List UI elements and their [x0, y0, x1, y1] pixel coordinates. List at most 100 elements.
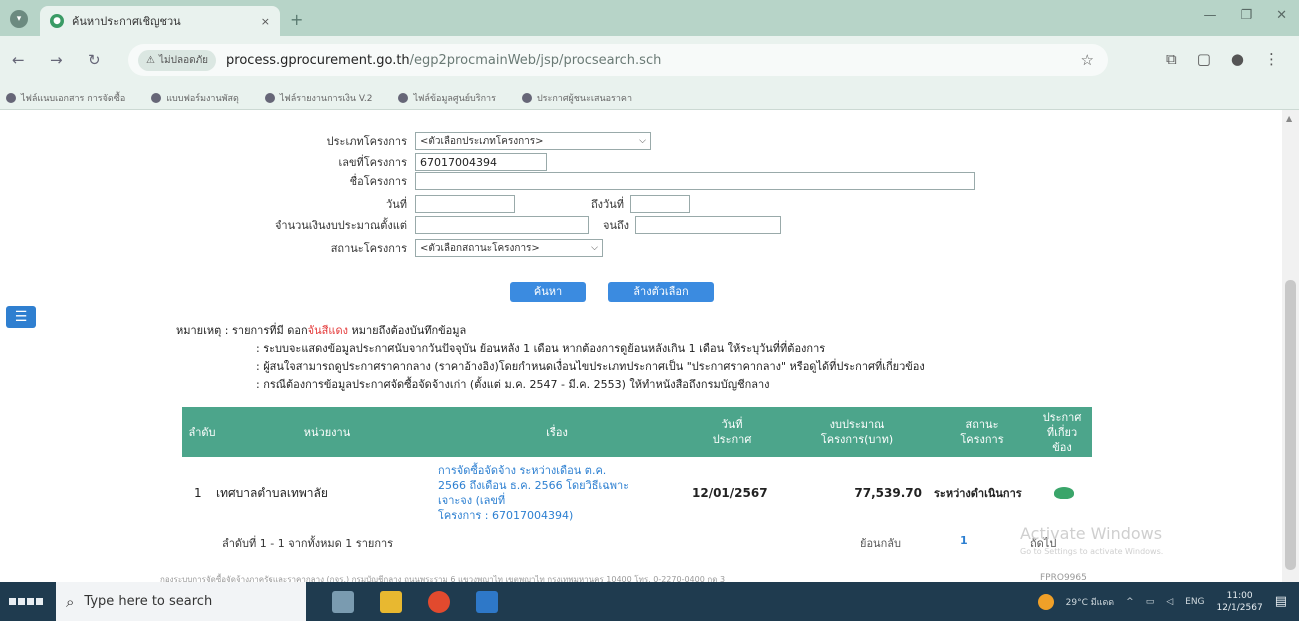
col-budget: งบประมาณ โครงการ(บาท)	[820, 418, 894, 446]
clear-button[interactable]: ล้างตัวเลือก	[608, 282, 714, 302]
tab-close-icon[interactable]: ×	[261, 15, 270, 28]
search-placeholder: Type here to search	[84, 594, 213, 609]
chrome-icon[interactable]	[428, 590, 450, 613]
browser-tab[interactable]: ● ค้นหาประกาศเชิญชวน ×	[40, 6, 280, 36]
date-to-input[interactable]	[630, 195, 690, 213]
row-status: ระหว่างดำเนินการ	[934, 487, 1022, 500]
related-announcement-button[interactable]	[1054, 458, 1084, 528]
status-select[interactable]: <ตัวเลือกสถานะโครงการ> ⌵	[415, 239, 603, 257]
task-view-icon[interactable]	[332, 590, 354, 613]
col-status: สถานะ โครงการ	[960, 418, 1004, 446]
activate-windows-watermark: Activate Windows Go to Settings to activ…	[1020, 524, 1164, 556]
back-icon[interactable]: ←	[12, 51, 25, 69]
bookmark-item[interactable]: ไฟล์ข้อมูลศูนย์บริการ	[398, 91, 496, 105]
page-number[interactable]: 1	[960, 534, 968, 547]
browser-tabbar: ▾ ● ค้นหาประกาศเชิญชวน × + — ❐ ✕	[0, 0, 1299, 36]
date-to-label: ถึงวันที่	[591, 198, 624, 211]
file-explorer-icon[interactable]	[380, 590, 402, 613]
bookmark-item[interactable]: แบบฟอร์มงานพัสดุ	[151, 91, 239, 105]
col-subject: เรื่อง	[546, 425, 568, 439]
tray-chevron-icon[interactable]: ^	[1126, 597, 1134, 607]
page-scrollbar[interactable]: ▲	[1282, 110, 1299, 582]
project-type-label: ประเภทโครงการ	[326, 135, 407, 148]
project-no-row: เลขที่โครงการ	[0, 153, 547, 171]
language-indicator[interactable]: ENG	[1185, 597, 1204, 607]
project-name-row: ชื่อโครงการ	[0, 172, 975, 190]
bookmark-icon	[264, 92, 275, 103]
taskbar-clock[interactable]: 11:00 12/1/2567	[1217, 590, 1263, 614]
note-line: : กรณีต้องการข้อมูลประกาศจัดซื้อจัดจ้างเ…	[256, 378, 770, 391]
browser-toolbar: ← → ↻ ⚠ ไม่ปลอดภัย process.gprocurement.…	[0, 36, 1299, 86]
maximize-icon[interactable]: ❐	[1240, 8, 1252, 23]
row-subject-link[interactable]: การจัดซื้อจัดจ้าง ระหว่างเดือน ต.ค. 2566…	[438, 458, 688, 528]
volume-icon[interactable]: ◁	[1166, 597, 1173, 607]
record-count: ลำดับที่ 1 - 1 จากทั้งหมด 1 รายการ	[222, 537, 394, 550]
page-footer: กองระบบการจัดซื้อจัดจ้างภาครัฐและราคากลา…	[160, 575, 726, 582]
url-host: process.gprocurement.go.th	[226, 52, 410, 68]
warning-icon: ⚠	[146, 54, 155, 66]
new-tab-button[interactable]: +	[290, 10, 303, 29]
bookmark-item[interactable]: ไฟล์แนบเอกสาร การจัดซื้อ	[6, 91, 125, 105]
search-button[interactable]: ค้นหา	[510, 282, 586, 302]
bookmark-item[interactable]: ประกาศผู้ชนะเสนอราคา	[521, 91, 632, 105]
sidepanel-icon[interactable]: ▢	[1197, 50, 1211, 68]
scroll-up-icon[interactable]: ▲	[1286, 114, 1292, 123]
page-content: ☰ ประเภทโครงการ <ตัวเลือกประเภทโครงการ> ⌵…	[0, 110, 1282, 582]
network-icon[interactable]: ▭	[1146, 597, 1155, 607]
scroll-thumb[interactable]	[1285, 280, 1296, 570]
col-no: ลำดับ	[188, 425, 216, 439]
prev-page-link[interactable]: ย้อนกลับ	[860, 534, 901, 552]
reload-icon[interactable]: ↻	[88, 51, 101, 69]
taskbar-search-box[interactable]: ⌕ Type here to search	[56, 582, 306, 621]
project-no-input[interactable]	[415, 153, 547, 171]
hamburger-menu-icon[interactable]: ☰	[6, 306, 36, 328]
budget-to-input[interactable]	[635, 216, 781, 234]
mail-icon[interactable]	[476, 590, 498, 613]
page-code: FPRO9965	[1040, 573, 1087, 582]
status-row: สถานะโครงการ <ตัวเลือกสถานะโครงการ> ⌵	[0, 239, 603, 257]
menu-kebab-icon[interactable]: ⋮	[1264, 50, 1279, 68]
security-label: ไม่ปลอดภัย	[158, 54, 209, 66]
col-related: ประกาศ ที่เกี่ยว ข้อง	[1042, 410, 1082, 454]
notes-section: หมายเหตุ : รายการที่มี ดอกจันสีแดง หมายถ…	[176, 322, 925, 394]
results-table-header: ลำดับ หน่วยงาน เรื่อง วันที่ ประกาศ งบประ…	[182, 407, 1092, 457]
windows-taskbar: ⌕ Type here to search 29°C มีแดด ^ ▭ ◁ E…	[0, 582, 1299, 621]
project-name-input[interactable]	[415, 172, 975, 190]
date-from-input[interactable]	[415, 195, 515, 213]
note-line: หมายเหตุ : รายการที่มี ดอกจันสีแดง หมายถ…	[176, 324, 467, 337]
search-icon: ⌕	[66, 592, 75, 611]
minimize-icon[interactable]: —	[1203, 8, 1216, 23]
project-name-label: ชื่อโครงการ	[349, 175, 407, 188]
extension-icons: ⧉ ▢ ● ⋮	[1166, 50, 1279, 68]
budget-from-input[interactable]	[415, 216, 589, 234]
project-type-row: ประเภทโครงการ <ตัวเลือกประเภทโครงการ> ⌵	[0, 132, 651, 150]
bookmarks-bar: ไฟล์แนบเอกสาร การจัดซื้อ แบบฟอร์มงานพัสด…	[0, 86, 1299, 110]
bookmark-icon	[398, 92, 409, 103]
address-bar[interactable]: ⚠ ไม่ปลอดภัย process.gprocurement.go.th/…	[128, 44, 1108, 76]
notification-icon[interactable]: ▤	[1275, 594, 1287, 609]
budget-from-label: จำนวนเงินงบประมาณตั้งแต่	[274, 219, 407, 232]
forward-icon[interactable]: →	[50, 51, 63, 69]
project-type-select[interactable]: <ตัวเลือกประเภทโครงการ> ⌵	[415, 132, 651, 150]
bookmark-item[interactable]: ไฟล์รายงานการเงิน V.2	[264, 91, 372, 105]
profile-icon[interactable]: ●	[1231, 50, 1244, 68]
windows-start-icon[interactable]	[8, 590, 44, 614]
row-budget: 77,539.70	[854, 486, 922, 500]
window-controls: — ❐ ✕	[1203, 8, 1287, 23]
bookmark-star-icon[interactable]: ☆	[1081, 51, 1094, 69]
budget-to-label: จนถึง	[603, 219, 629, 232]
tab-title: ค้นหาประกาศเชิญชวน	[72, 15, 181, 28]
results-summary: ลำดับที่ 1 - 1 จากทั้งหมด 1 รายการ ย้อนก…	[182, 528, 1092, 556]
weather-text[interactable]: 29°C มีแดด	[1066, 595, 1115, 609]
chevron-down-icon: ⌵	[639, 136, 646, 146]
url-text: process.gprocurement.go.th/egp2procmainW…	[226, 53, 661, 68]
security-chip[interactable]: ⚠ ไม่ปลอดภัย	[138, 49, 217, 71]
tab-search-icon[interactable]: ▾	[10, 10, 28, 28]
close-window-icon[interactable]: ✕	[1276, 8, 1287, 23]
weather-icon[interactable]	[1037, 593, 1054, 610]
chevron-down-icon: ⌵	[591, 243, 598, 253]
date-label: วันที่	[386, 198, 407, 211]
document-icon	[1054, 487, 1074, 499]
extensions-icon[interactable]: ⧉	[1166, 50, 1177, 68]
bookmark-icon	[151, 92, 162, 103]
